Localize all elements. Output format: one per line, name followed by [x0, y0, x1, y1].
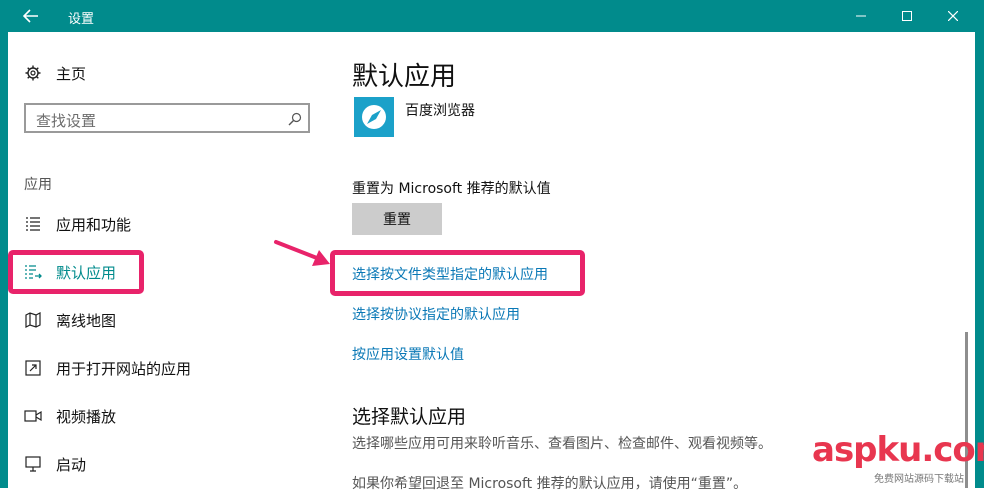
sidebar-section-label: 应用	[24, 177, 52, 193]
reset-hint-text: 如果你希望回退至 Microsoft 推荐的默认应用，请使用“重置”。	[352, 476, 748, 492]
minimize-button[interactable]	[838, 0, 884, 32]
watermark-tagline: 免费网站源码下载站	[874, 474, 964, 485]
back-arrow-icon	[23, 9, 38, 23]
sidebar-item-label: 视频播放	[56, 407, 117, 426]
choose-default-apps-description: 选择哪些应用可用来聆听音乐、查看图片、检查邮件、观看视频等。	[352, 436, 772, 452]
sidebar-item-startup[interactable]: 启动	[24, 449, 86, 479]
sidebar-home-label: 主页	[56, 64, 87, 83]
maximize-button[interactable]	[884, 0, 930, 32]
watermark-logo-text: aspku.com	[812, 430, 984, 470]
website-app-icon	[24, 359, 42, 377]
sidebar-item-offline-maps[interactable]: 离线地图	[24, 305, 116, 335]
sidebar-item-label: 启动	[56, 455, 87, 474]
choose-default-apps-heading: 选择默认应用	[352, 406, 467, 428]
search-placeholder: 查找设置	[36, 112, 97, 130]
title-bar: 设置	[0, 0, 984, 32]
startup-icon	[24, 455, 42, 473]
highlight-box-link	[330, 250, 585, 296]
link-set-defaults-by-app[interactable]: 按应用设置默认值	[352, 344, 464, 364]
map-icon	[24, 311, 42, 329]
reset-description: 重置为 Microsoft 推荐的默认值	[352, 181, 551, 197]
sidebar-item-label: 离线地图	[56, 311, 117, 330]
window-title: 设置	[68, 12, 95, 27]
window-border-right	[975, 32, 984, 488]
video-icon	[24, 407, 42, 425]
gear-icon	[24, 64, 42, 82]
close-button[interactable]	[930, 0, 976, 32]
browser-name[interactable]: 百度浏览器	[405, 100, 475, 120]
sidebar-item-label: 用于打开网站的应用	[56, 359, 192, 378]
maximize-icon	[902, 11, 912, 21]
highlight-box-sidebar	[8, 250, 144, 294]
sidebar-item-website-apps[interactable]: 用于打开网站的应用	[24, 353, 191, 383]
minimize-icon	[856, 15, 866, 17]
pointer-arrow-icon	[274, 240, 330, 266]
sidebar-item-video-playback[interactable]: 视频播放	[24, 401, 116, 431]
page-title: 默认应用	[352, 62, 457, 92]
search-input[interactable]: 查找设置	[24, 103, 310, 133]
sidebar-item-label: 应用和功能	[56, 215, 132, 234]
sidebar-item-apps-features[interactable]: 应用和功能	[24, 209, 131, 239]
window-border-left	[0, 32, 8, 488]
link-default-apps-by-protocol[interactable]: 选择按协议指定的默认应用	[352, 304, 520, 324]
sidebar-item-home[interactable]: 主页	[24, 58, 86, 88]
list-icon	[24, 215, 42, 233]
back-button[interactable]	[8, 0, 54, 32]
baidu-browser-icon[interactable]	[354, 97, 394, 137]
watermark-logo: aspku.com 免费网站源码下载站	[812, 430, 984, 488]
reset-button[interactable]: 重置	[352, 203, 442, 235]
search-icon	[288, 111, 302, 130]
close-icon	[948, 11, 958, 21]
